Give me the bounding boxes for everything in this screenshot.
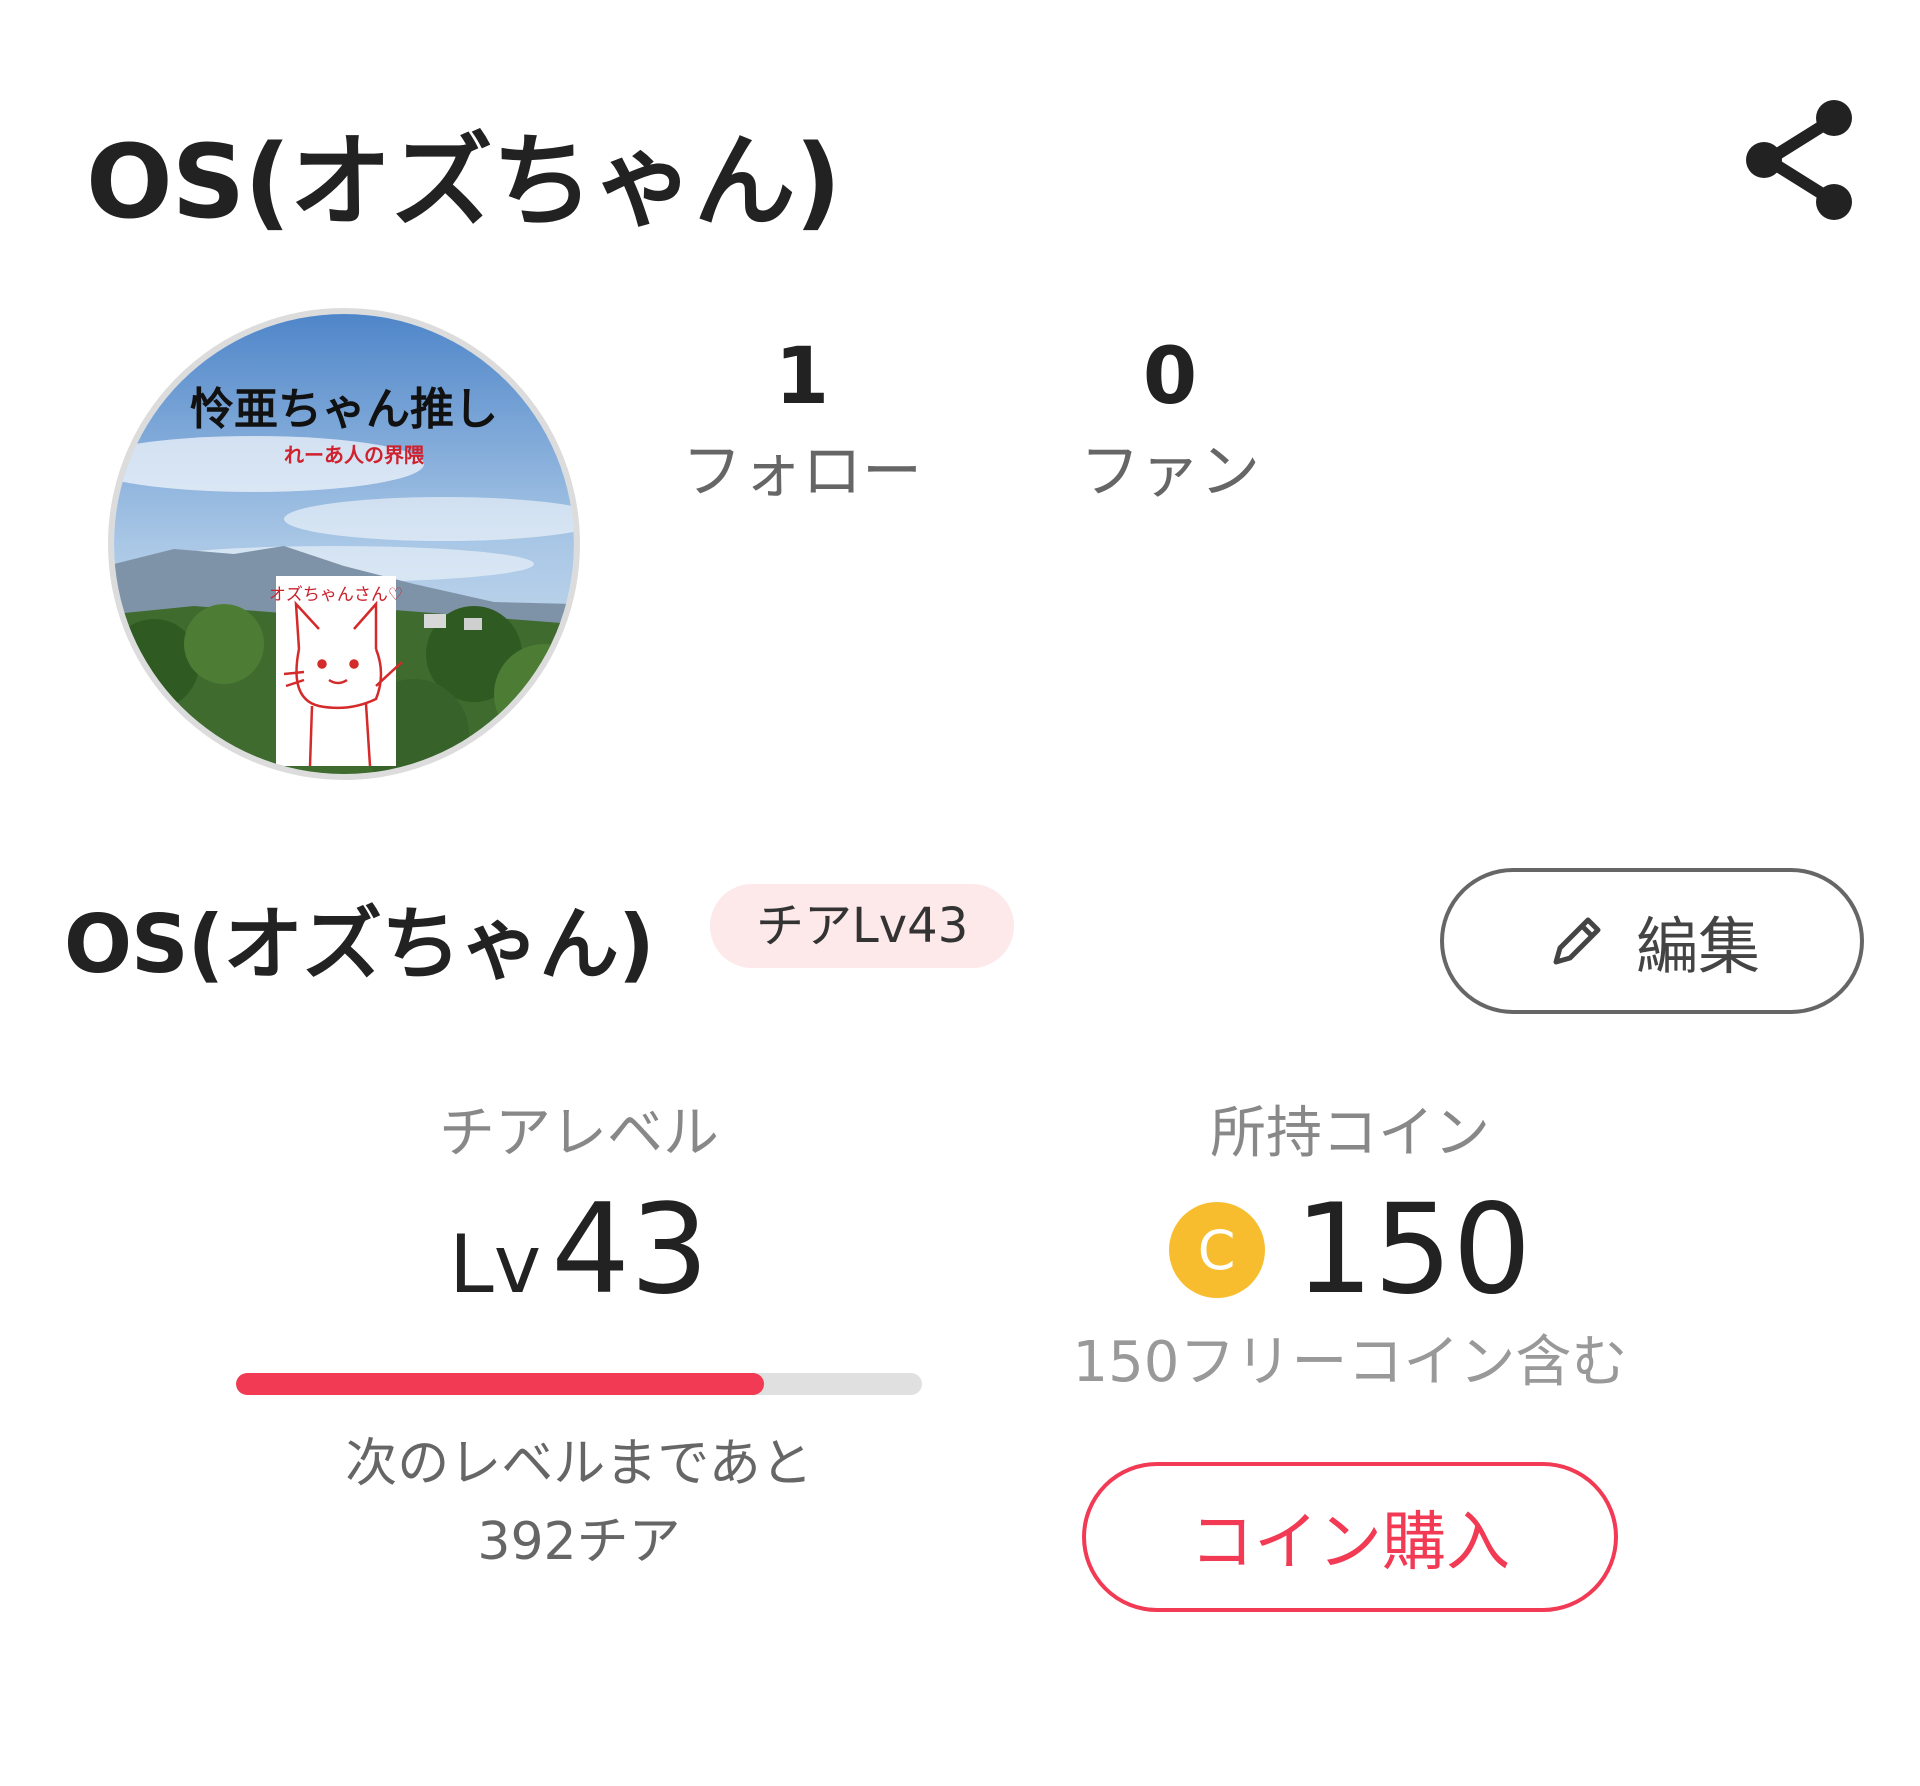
share-button[interactable] (1740, 100, 1860, 220)
buy-coins-button[interactable]: コイン購入 (1082, 1462, 1618, 1612)
next-level-remaining: 392チア (477, 1512, 681, 1572)
share-icon (1746, 100, 1852, 220)
next-level-text: 次のレベルまであと (345, 1434, 813, 1494)
page-title: OS(オズちゃん) (86, 123, 841, 242)
cheer-level-badge: チアLv43 (710, 884, 1015, 968)
avatar[interactable]: 怜亜ちゃん推し れーあ人の界隈 オズちゃんさん♡ (108, 308, 580, 780)
coin-icon: C (1168, 1202, 1265, 1298)
cheer-level-value: Lv 43 (236, 1188, 922, 1312)
avatar-handwritten-text: オズちゃんさん♡ (269, 585, 403, 605)
cheer-level-label: チアレベル (439, 1101, 719, 1166)
coin-amount: 150 (1294, 1178, 1532, 1322)
follow-count: 1 (774, 332, 830, 422)
user-name: OS(オズちゃん) (64, 898, 655, 991)
fans-count: 0 (1142, 332, 1198, 422)
edit-button[interactable]: 編集 (1440, 868, 1864, 1014)
level-progress-fill (236, 1373, 765, 1395)
avatar-main-text: 怜亜ちゃん推し (190, 384, 498, 435)
coins-label: 所持コイン (1210, 1101, 1490, 1166)
avatar-image: 怜亜ちゃん推し れーあ人の界隈 オズちゃんさん♡ (114, 314, 574, 774)
fans-label: ファン (1080, 437, 1260, 507)
pencil-icon (1553, 917, 1601, 965)
edit-label: 編集 (1635, 910, 1760, 983)
avatar-sub-text: れーあ人の界隈 (284, 443, 425, 467)
free-coin-note: 150フリーコイン含む (1072, 1330, 1628, 1395)
level-prefix: Lv (449, 1218, 542, 1311)
next-level-note: 次のレベルまであと 392チア (236, 1425, 922, 1581)
follow-label: フォロー (682, 437, 922, 507)
follow-stat[interactable]: 1 フォロー (662, 338, 942, 502)
level-number: 43 (551, 1178, 709, 1322)
coin-balance: C 150 (1050, 1188, 1650, 1312)
fans-stat[interactable]: 0 ファン (1030, 338, 1310, 502)
level-progress-bar (236, 1373, 922, 1395)
